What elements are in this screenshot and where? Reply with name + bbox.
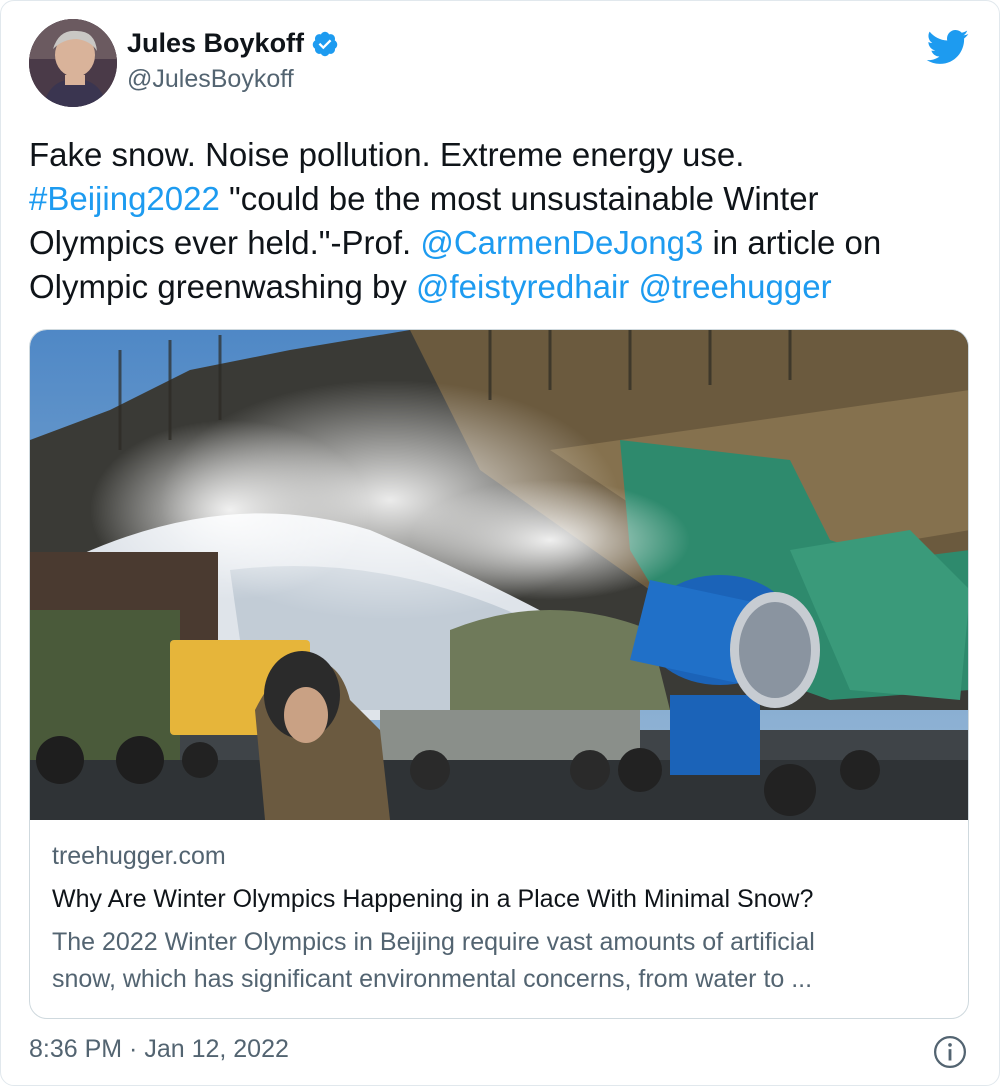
handle[interactable]: @JulesBoykoff — [127, 65, 339, 94]
card-description-line: snow, which has significant environmenta… — [52, 965, 813, 993]
author-names: Jules Boykoff @JulesBoykoff — [127, 28, 339, 94]
tweet-text-line: Fake snow. Noise pollution. Extreme ener… — [29, 133, 974, 177]
card-title: Why Are Winter Olympics Happening in a P… — [52, 885, 814, 913]
avatar-image — [29, 19, 117, 107]
tweet-text-segment: in article on — [703, 224, 882, 261]
link-preview-card[interactable]: treehugger.com Why Are Winter Olympics H… — [29, 329, 969, 1019]
tweet-embed: Jules Boykoff @JulesBoykoff Fake snow. N… — [0, 0, 1000, 1086]
card-image[interactable] — [30, 330, 969, 820]
card-meta: treehugger.com Why Are Winter Olympics H… — [30, 842, 968, 998]
tweet-header: Jules Boykoff @JulesBoykoff — [29, 19, 339, 107]
tweet-text-line: Olympics ever held."-Prof. @CarmenDeJong… — [29, 221, 974, 265]
info-icon[interactable] — [933, 1035, 967, 1069]
twitter-bird-icon[interactable] — [925, 25, 969, 69]
card-description: The 2022 Winter Olympics in Beijing requ… — [52, 924, 946, 998]
hashtag-link[interactable]: #Beijing2022 — [29, 180, 220, 217]
tweet-text-segment: Fake snow. Noise pollution. Extreme ener… — [29, 136, 745, 173]
mention-link[interactable]: @feistyredhair — [416, 268, 629, 305]
tweet-text-segment: "could be the most unsustainable Winter — [219, 180, 819, 217]
avatar[interactable] — [29, 19, 117, 107]
display-name-row: Jules Boykoff — [127, 28, 339, 59]
tweet-text-segment: Olympic greenwashing by — [29, 268, 417, 305]
mention-link[interactable]: @treehugger — [638, 268, 831, 305]
verified-badge-icon — [312, 31, 338, 56]
card-description-line: The 2022 Winter Olympics in Beijing requ… — [52, 928, 815, 956]
card-domain: treehugger.com — [52, 842, 226, 870]
tweet-text-segment: Olympics ever held."-Prof. — [29, 224, 421, 261]
tweet-text-line: Olympic greenwashing by @feistyredhair @… — [29, 265, 974, 309]
tweet-text: Fake snow. Noise pollution. Extreme ener… — [29, 133, 974, 309]
display-name[interactable]: Jules Boykoff — [127, 28, 304, 59]
tweet-text-line: #Beijing2022 "could be the most unsustai… — [29, 177, 974, 221]
mention-link[interactable]: @CarmenDeJong3 — [420, 224, 703, 261]
timestamp-link[interactable]: 8:36 PM · Jan 12, 2022 — [29, 1035, 289, 1064]
